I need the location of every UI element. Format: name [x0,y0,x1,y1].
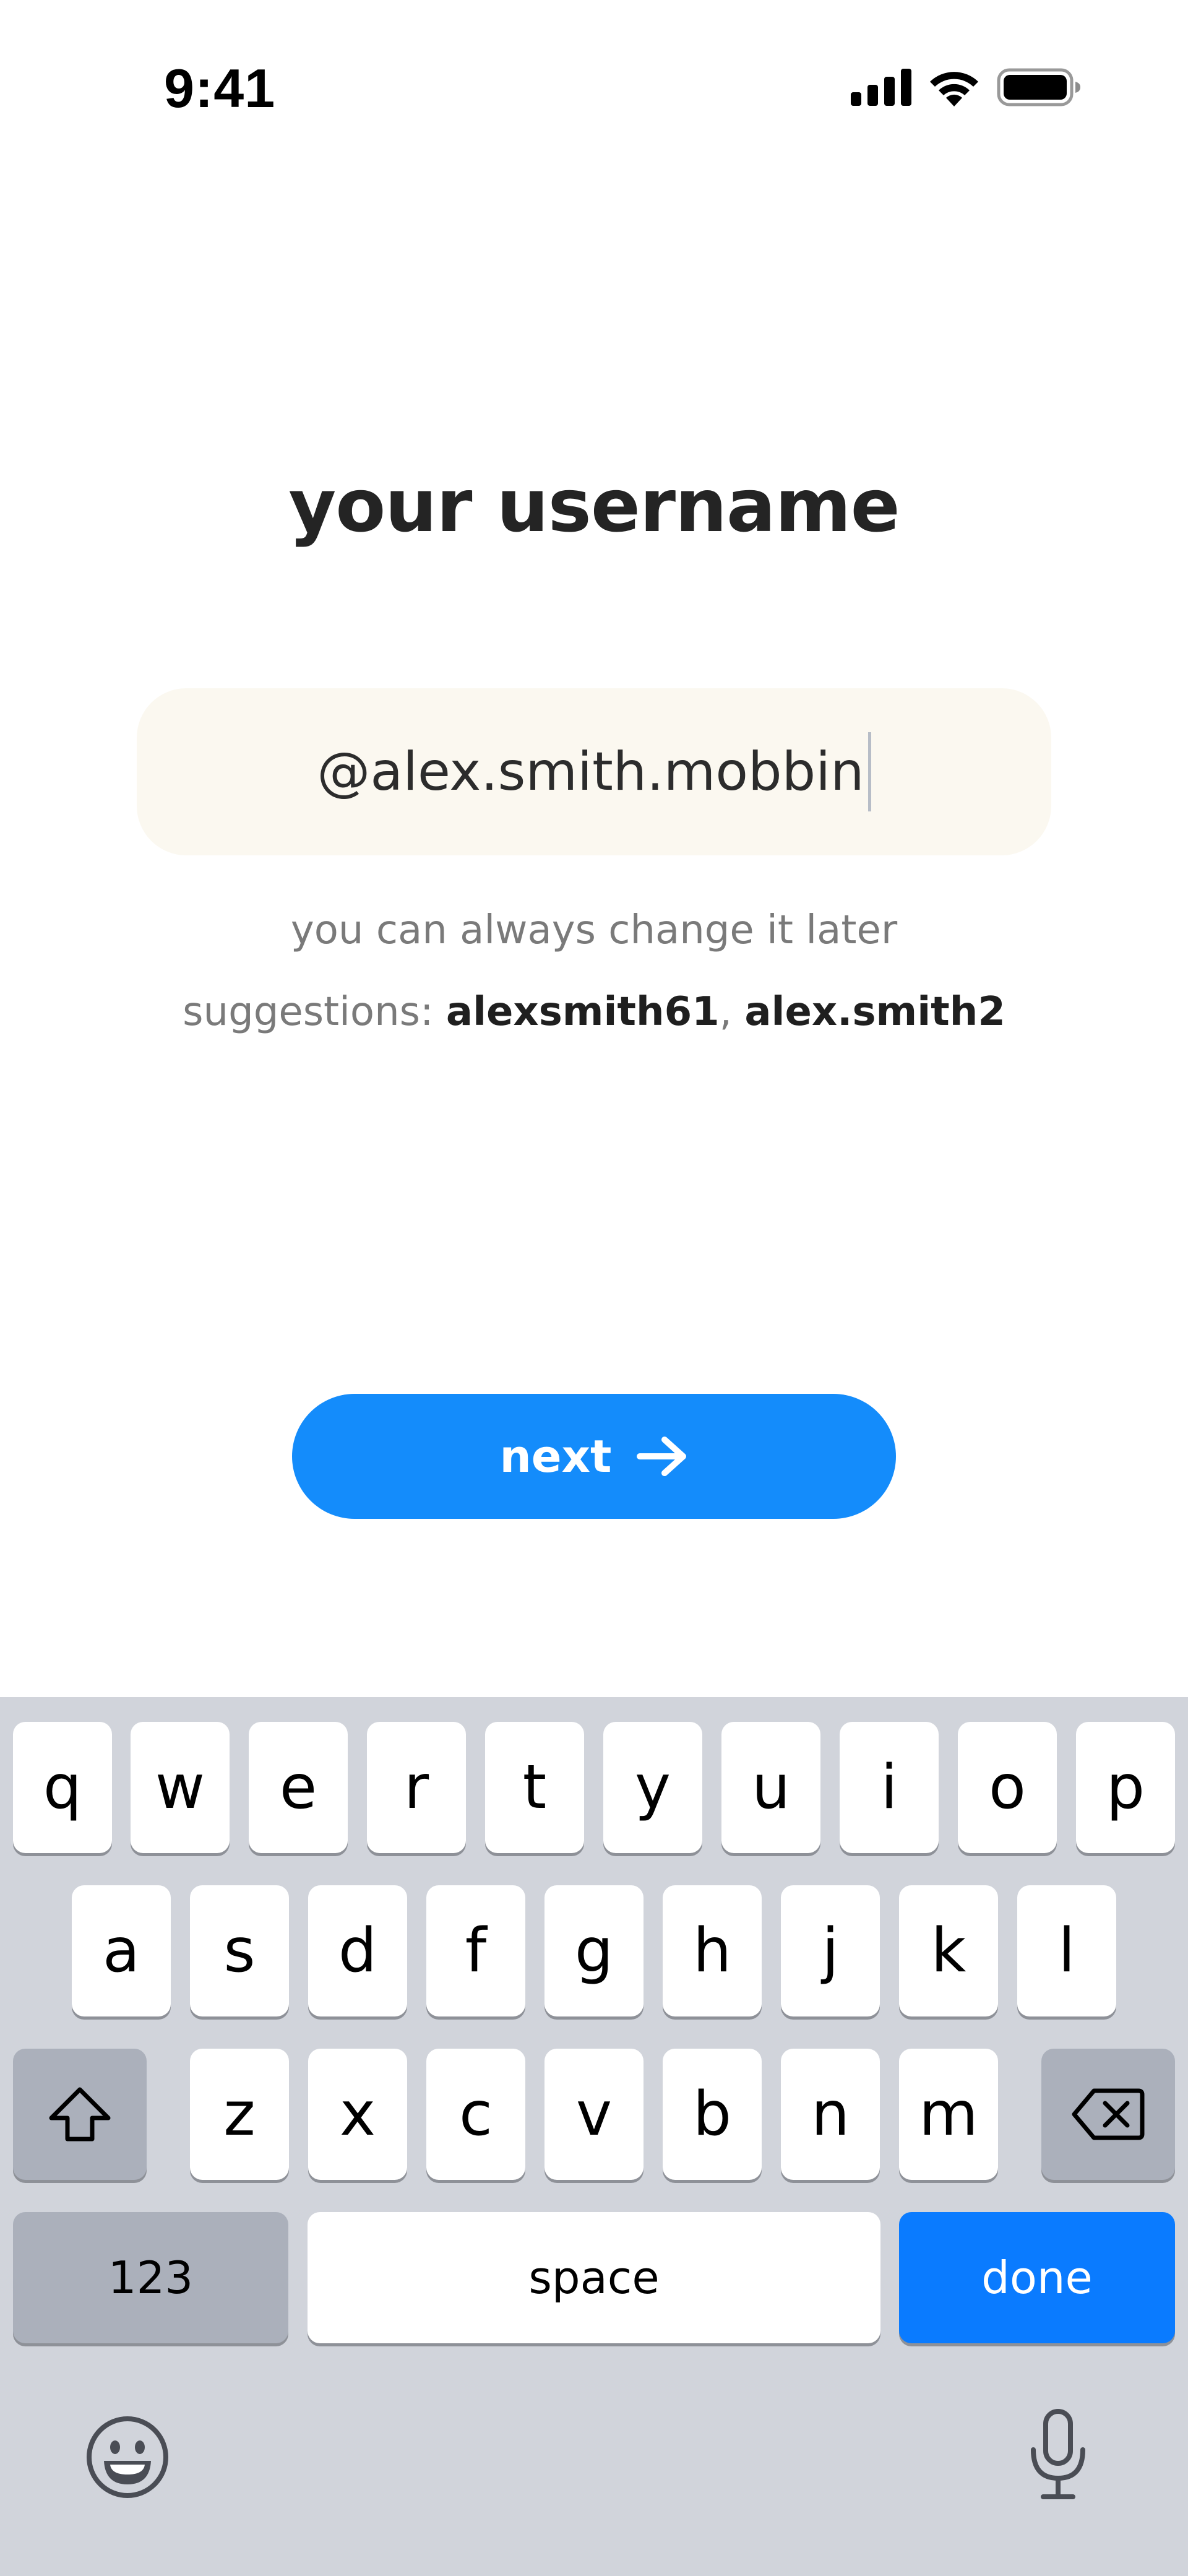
cellular-signal-icon [851,69,911,106]
key-z[interactable]: z [190,2049,289,2180]
battery-icon [997,68,1080,106]
space-key[interactable]: space [308,2212,880,2343]
delete-key[interactable] [1041,2049,1175,2180]
suggestion-1[interactable]: alexsmith61 [446,989,720,1035]
key-r[interactable]: r [367,1722,466,1853]
key-t[interactable]: t [485,1722,584,1853]
key-o[interactable]: o [958,1722,1057,1853]
microphone-icon[interactable] [1027,2409,1089,2500]
done-key[interactable]: done [899,2212,1175,2343]
key-b[interactable]: b [663,2049,762,2180]
done-key-label: done [981,2252,1093,2304]
shift-icon [49,2087,111,2142]
key-e[interactable]: e [249,1722,348,1853]
key-v[interactable]: v [544,2049,644,2180]
suggestion-separator: , [719,989,732,1035]
delete-icon [1072,2088,1145,2140]
key-j[interactable]: j [781,1885,880,2016]
numbers-key[interactable]: 123 [13,2212,288,2343]
key-l[interactable]: l [1017,1885,1116,2016]
key-g[interactable]: g [544,1885,644,2016]
suggestions: suggestions: alexsmith61, alex.smith2 [0,989,1188,1035]
key-q[interactable]: q [13,1722,112,1853]
wifi-icon [930,72,978,106]
next-button-label: next [499,1430,612,1482]
key-u[interactable]: u [721,1722,820,1853]
username-value[interactable]: @alex.smith.mobbin [317,741,864,803]
shift-key[interactable] [13,2049,147,2180]
key-p[interactable]: p [1076,1722,1175,1853]
key-n[interactable]: n [781,2049,880,2180]
next-button[interactable]: next [292,1394,896,1519]
text-cursor [867,732,871,811]
key-w[interactable]: w [131,1722,230,1853]
status-icons [851,66,1081,109]
username-input[interactable]: @alex.smith.mobbin [137,688,1051,855]
key-a[interactable]: a [72,1885,171,2016]
suggestions-prefix: suggestions: [183,989,434,1035]
key-h[interactable]: h [663,1885,762,2016]
suggestion-2[interactable]: alex.smith2 [744,989,1005,1035]
status-time: 9:41 [164,58,276,119]
key-m[interactable]: m [899,2049,998,2180]
key-d[interactable]: d [308,1885,407,2016]
keyboard: q w e r t y u i o p a s d f g h j k l z … [0,1697,1188,2576]
hint-text: you can always change it later [290,907,898,953]
key-c[interactable]: c [426,2049,525,2180]
key-y[interactable]: y [603,1722,702,1853]
emoji-icon[interactable] [85,2415,170,2499]
key-i[interactable]: i [840,1722,939,1853]
space-key-label: space [528,2252,660,2304]
key-f[interactable]: f [426,1885,525,2016]
key-k[interactable]: k [899,1885,998,2016]
key-s[interactable]: s [190,1885,289,2016]
numbers-key-label: 123 [108,2252,194,2304]
key-x[interactable]: x [308,2049,407,2180]
arrow-right-icon [637,1437,687,1476]
status-bar: 9:41 [0,0,1188,179]
page-title: your username [288,463,900,548]
